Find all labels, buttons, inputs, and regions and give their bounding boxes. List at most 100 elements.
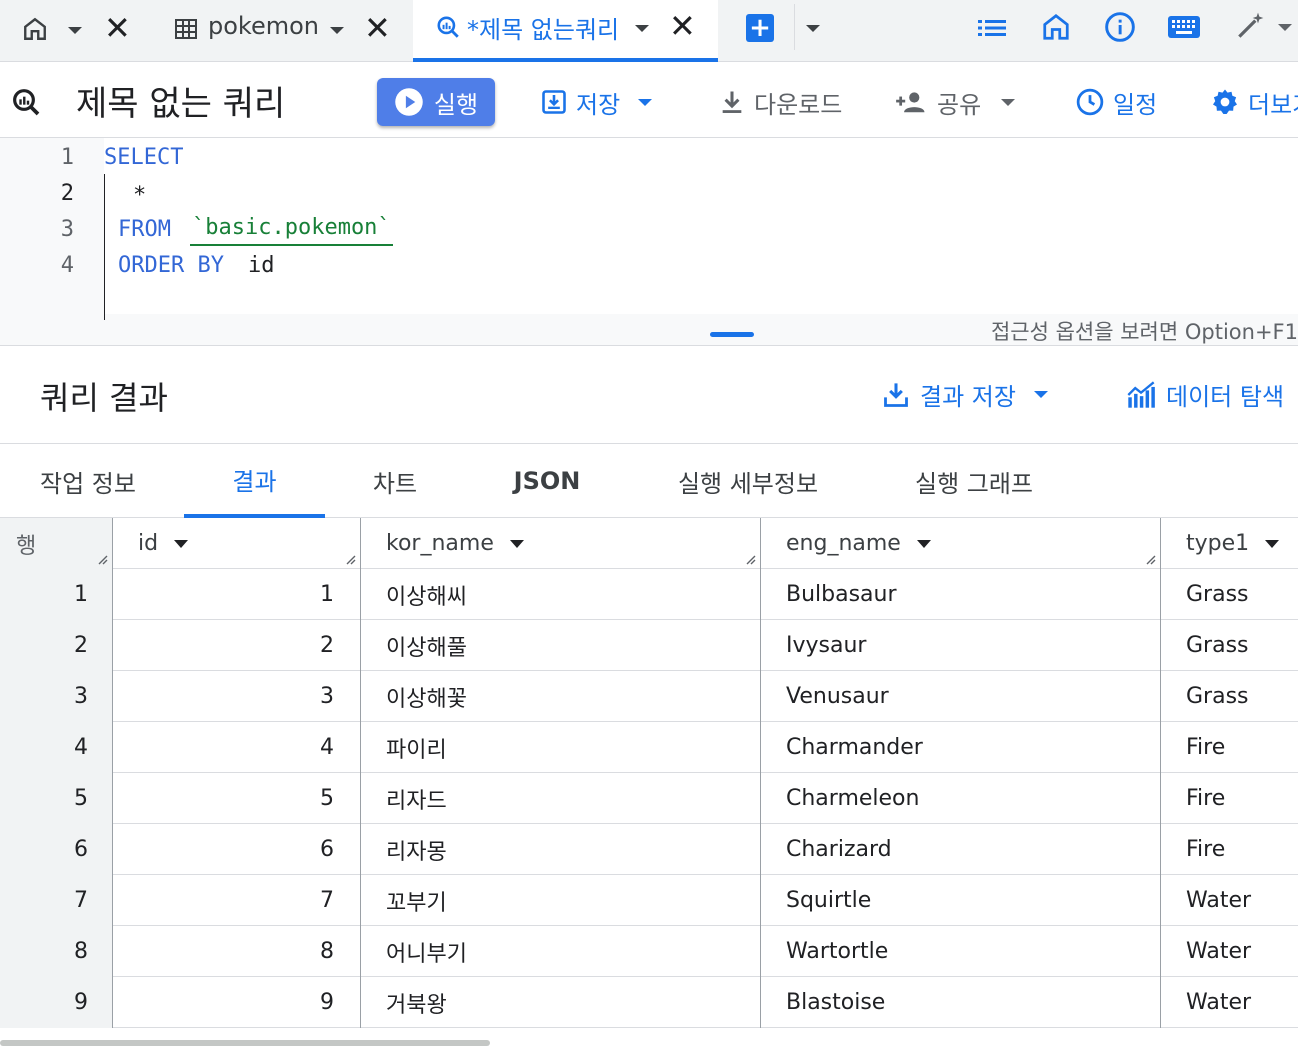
close-icon[interactable]: ✕ — [669, 10, 696, 42]
id-cell[interactable]: 4 — [112, 722, 360, 773]
type1-cell[interactable]: Water — [1160, 977, 1298, 1028]
id-cell[interactable]: 6 — [112, 824, 360, 875]
eng-name-cell[interactable]: Blastoise — [760, 977, 1160, 1028]
tab-results[interactable]: 결과 — [184, 444, 325, 518]
keyboard-icon[interactable] — [1167, 14, 1201, 40]
kor-name-cell[interactable]: 어니부기 — [360, 926, 760, 977]
table-row[interactable]: 5 5 리자드 Charmeleon Fire — [0, 773, 1298, 824]
eng-name-cell[interactable]: Wartortle — [760, 926, 1160, 977]
sort-caret-icon[interactable] — [174, 539, 189, 548]
kor-name-cell[interactable]: 리자드 — [360, 773, 760, 824]
eng-name-cell[interactable]: Squirtle — [760, 875, 1160, 926]
kor-name-cell[interactable]: 파이리 — [360, 722, 760, 773]
eng-name-cell[interactable]: Ivysaur — [760, 620, 1160, 671]
table-row[interactable]: 2 2 이상해풀 Ivysaur Grass — [0, 620, 1298, 671]
row-number-cell[interactable]: 7 — [0, 875, 112, 926]
chevron-down-icon[interactable] — [330, 27, 344, 34]
eng-name-cell[interactable]: Charmander — [760, 722, 1160, 773]
save-button[interactable]: 저장 — [540, 82, 653, 122]
type1-cell[interactable]: Fire — [1160, 773, 1298, 824]
id-cell[interactable]: 9 — [112, 977, 360, 1028]
type1-cell[interactable]: Grass — [1160, 620, 1298, 671]
id-cell[interactable]: 2 — [112, 620, 360, 671]
run-button[interactable]: 실행 — [377, 78, 495, 126]
new-tab-button[interactable]: + — [746, 14, 774, 42]
more-button[interactable]: 더보기 — [1210, 82, 1298, 122]
type1-cell[interactable]: Water — [1160, 875, 1298, 926]
chevron-down-icon[interactable] — [1278, 24, 1292, 31]
resize-handle[interactable] — [710, 332, 754, 337]
row-number-cell[interactable]: 2 — [0, 620, 112, 671]
save-results-button[interactable]: 결과 저장 — [882, 377, 1048, 412]
row-number-cell[interactable]: 3 — [0, 671, 112, 722]
table-row[interactable]: 6 6 리자몽 Charizard Fire — [0, 824, 1298, 875]
sort-caret-icon[interactable] — [509, 539, 524, 548]
resize-grip-icon[interactable] — [96, 553, 108, 565]
sort-caret-icon[interactable] — [916, 539, 931, 548]
id-cell[interactable]: 5 — [112, 773, 360, 824]
table-row[interactable]: 8 8 어니부기 Wartortle Water — [0, 926, 1298, 977]
row-number-cell[interactable]: 6 — [0, 824, 112, 875]
column-header-kor-name[interactable]: kor_name — [360, 518, 760, 569]
column-header-type1[interactable]: type1 — [1160, 518, 1298, 569]
table-row[interactable]: 1 1 이상해씨 Bulbasaur Grass — [0, 569, 1298, 620]
id-cell[interactable]: 8 — [112, 926, 360, 977]
row-number-cell[interactable]: 9 — [0, 977, 112, 1028]
tab-home[interactable]: ✕ — [0, 0, 150, 62]
resize-grip-icon[interactable] — [744, 553, 756, 565]
row-number-cell[interactable]: 4 — [0, 722, 112, 773]
id-cell[interactable]: 1 — [112, 569, 360, 620]
id-cell[interactable]: 7 — [112, 875, 360, 926]
row-number-cell[interactable]: 8 — [0, 926, 112, 977]
tab-chart[interactable]: 차트 — [340, 444, 450, 518]
sql-editor[interactable]: 1 SELECT 2 * 3 FROM `basic.pokemon` 4 OR… — [0, 138, 1298, 346]
row-number-cell[interactable]: 5 — [0, 773, 112, 824]
tab-execution-graph[interactable]: 실행 그래프 — [894, 444, 1054, 518]
id-cell[interactable]: 3 — [112, 671, 360, 722]
row-number-cell[interactable]: 1 — [0, 569, 112, 620]
type1-cell[interactable]: Grass — [1160, 569, 1298, 620]
eng-name-cell[interactable]: Venusaur — [760, 671, 1160, 722]
resize-grip-icon[interactable] — [1144, 553, 1156, 565]
kor-name-cell[interactable]: 꼬부기 — [360, 875, 760, 926]
tab-pokemon[interactable]: pokemon ✕ — [160, 0, 400, 62]
close-icon[interactable]: ✕ — [364, 12, 391, 44]
column-header-eng-name[interactable]: eng_name — [760, 518, 1160, 569]
table-row[interactable]: 4 4 파이리 Charmander Fire — [0, 722, 1298, 773]
resize-grip-icon[interactable] — [344, 553, 356, 565]
horizontal-scrollbar[interactable] — [0, 1040, 490, 1046]
chevron-down-icon[interactable] — [806, 25, 820, 32]
home-icon[interactable] — [1041, 12, 1071, 42]
tab-execution-details[interactable]: 실행 세부정보 — [660, 444, 836, 518]
info-icon[interactable] — [1104, 11, 1136, 43]
share-button[interactable]: 공유 — [895, 82, 1016, 122]
type1-cell[interactable]: Water — [1160, 926, 1298, 977]
close-icon[interactable]: ✕ — [104, 12, 131, 44]
kor-name-cell[interactable]: 거북왕 — [360, 977, 760, 1028]
tab-job-info[interactable]: 작업 정보 — [20, 444, 156, 518]
explore-data-button[interactable]: 데이터 탐색 — [1126, 377, 1284, 412]
chevron-down-icon[interactable] — [68, 27, 82, 34]
download-button[interactable]: 다운로드 — [718, 82, 842, 122]
table-row[interactable]: 3 3 이상해꽃 Venusaur Grass — [0, 671, 1298, 722]
column-header-id[interactable]: id — [112, 518, 360, 569]
table-row[interactable]: 7 7 꼬부기 Squirtle Water — [0, 875, 1298, 926]
sort-caret-icon[interactable] — [1265, 539, 1280, 548]
eng-name-cell[interactable]: Charizard — [760, 824, 1160, 875]
kor-name-cell[interactable]: 이상해꽃 — [360, 671, 760, 722]
schedule-button[interactable]: 일정 — [1075, 82, 1157, 122]
type1-cell[interactable]: Fire — [1160, 824, 1298, 875]
kor-name-cell[interactable]: 리자몽 — [360, 824, 760, 875]
tab-untitled-query[interactable]: *제목 없는쿼리 ✕ — [413, 0, 718, 62]
eng-name-cell[interactable]: Bulbasaur — [760, 569, 1160, 620]
chevron-down-icon[interactable] — [635, 25, 649, 32]
magic-wand-icon[interactable] — [1234, 10, 1266, 42]
type1-cell[interactable]: Grass — [1160, 671, 1298, 722]
list-icon[interactable] — [976, 14, 1008, 42]
eng-name-cell[interactable]: Charmeleon — [760, 773, 1160, 824]
table-row[interactable]: 9 9 거북왕 Blastoise Water — [0, 977, 1298, 1028]
type1-cell[interactable]: Fire — [1160, 722, 1298, 773]
tab-json[interactable]: JSON — [480, 444, 614, 518]
kor-name-cell[interactable]: 이상해풀 — [360, 620, 760, 671]
kor-name-cell[interactable]: 이상해씨 — [360, 569, 760, 620]
